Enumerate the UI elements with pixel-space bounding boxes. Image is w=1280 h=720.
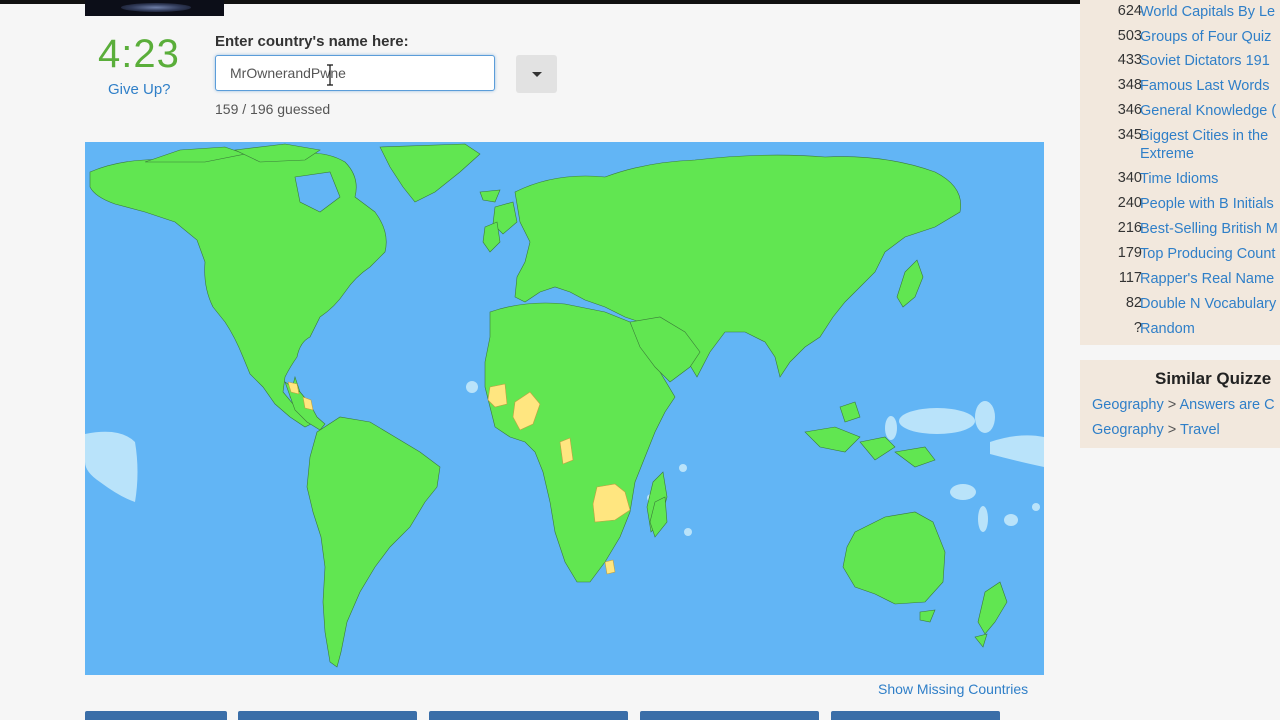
- quiz-link[interactable]: Top Producing Count: [1140, 245, 1275, 263]
- country-name-input[interactable]: [215, 55, 495, 91]
- similar-quizzes-title: Similar Quizze: [1155, 369, 1272, 388]
- give-up-link[interactable]: Give Up?: [108, 81, 171, 98]
- quiz-link[interactable]: Groups of Four Quiz: [1140, 28, 1271, 46]
- quiz-count: 433: [1117, 52, 1142, 68]
- breadcrumb-separator: >: [1167, 422, 1181, 438]
- quiz-count: 117: [1118, 270, 1142, 286]
- category-link[interactable]: Geography: [1092, 397, 1164, 413]
- random-quiz-link[interactable]: Random: [1140, 320, 1195, 338]
- quiz-count: 240: [1117, 195, 1142, 211]
- quiz-count: 216: [1117, 220, 1142, 236]
- quiz-link[interactable]: Double N Vocabulary: [1140, 295, 1276, 313]
- world-map[interactable]: [85, 142, 1044, 675]
- show-missing-countries-link[interactable]: Show Missing Countries: [878, 681, 1028, 697]
- quiz-count: 179: [1117, 245, 1142, 261]
- dropdown-button[interactable]: [516, 55, 557, 93]
- quiz-link[interactable]: World Capitals By Le: [1140, 3, 1275, 21]
- quiz-timer: 4:23: [98, 32, 180, 76]
- popular-quizzes-sidebar: 624 World Capitals By Le 503 Groups of F…: [1080, 0, 1280, 345]
- breadcrumb-separator: >: [1167, 397, 1180, 413]
- quiz-link[interactable]: Time Idioms: [1140, 170, 1218, 188]
- quiz-count: 346: [1117, 102, 1142, 118]
- quiz-link[interactable]: Biggest Cities in the: [1140, 127, 1268, 145]
- bottom-tab-5[interactable]: [831, 711, 1000, 720]
- quiz-count: 348: [1117, 77, 1142, 93]
- quiz-link[interactable]: Soviet Dictators 191: [1140, 52, 1270, 70]
- caret-down-icon: [531, 71, 542, 77]
- category-link[interactable]: Geography: [1092, 422, 1164, 438]
- quiz-link[interactable]: General Knowledge (: [1140, 102, 1276, 120]
- bottom-tab-4[interactable]: [640, 711, 819, 720]
- quiz-count: 82: [1125, 295, 1142, 311]
- quiz-link[interactable]: Rapper's Real Name: [1140, 270, 1274, 288]
- similar-quizzes-box: Similar Quizze Geography > Answers are C…: [1080, 360, 1280, 448]
- quiz-link[interactable]: Famous Last Words: [1140, 77, 1269, 95]
- video-thumbnail: [85, 0, 224, 16]
- subcategory-link[interactable]: Answers are C: [1179, 397, 1274, 413]
- quiz-link[interactable]: People with B Initials: [1140, 195, 1274, 213]
- bottom-tab-2[interactable]: [238, 711, 417, 720]
- breadcrumb: Geography > Travel: [1092, 422, 1220, 438]
- quiz-count: 503: [1117, 28, 1142, 44]
- quiz-count: 345: [1117, 127, 1142, 143]
- subcategory-link[interactable]: Travel: [1180, 422, 1220, 438]
- quiz-link[interactable]: Extreme: [1140, 145, 1194, 163]
- guessed-count: 159 / 196 guessed: [215, 101, 331, 117]
- bottom-tab-1[interactable]: [85, 711, 227, 720]
- quiz-count: 624: [1117, 3, 1142, 19]
- entry-label: Enter country's name here:: [215, 33, 409, 50]
- breadcrumb: Geography > Answers are C: [1092, 397, 1275, 413]
- quiz-count: ?: [1133, 320, 1142, 336]
- quiz-count: 340: [1117, 170, 1142, 186]
- bottom-tab-3[interactable]: [429, 711, 628, 720]
- text-cursor-icon: [327, 64, 333, 86]
- quiz-link[interactable]: Best-Selling British M: [1140, 220, 1278, 238]
